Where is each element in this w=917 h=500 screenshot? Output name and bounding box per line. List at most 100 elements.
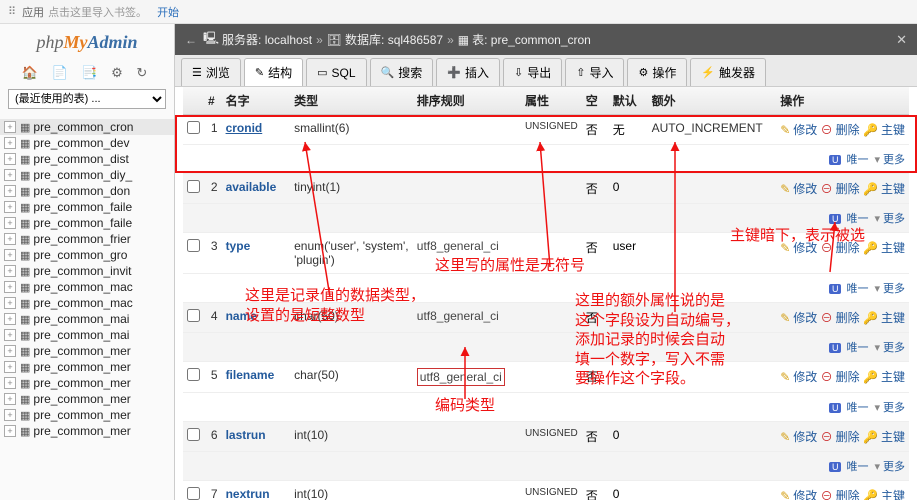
th-extra[interactable]: 额外 <box>648 87 777 115</box>
tab-insert[interactable]: ➕插入 <box>436 58 500 86</box>
th-num[interactable]: # <box>204 87 222 115</box>
col-fieldname[interactable]: filename <box>222 362 291 393</box>
unique-link[interactable]: 唯一 <box>846 461 868 473</box>
delete-link[interactable]: 删除 <box>836 182 860 196</box>
delete-link[interactable]: 删除 <box>836 370 860 384</box>
tree-item[interactable]: +▦pre_common_mer <box>0 391 174 407</box>
unique-link[interactable]: 唯一 <box>846 154 868 166</box>
tree-item[interactable]: +▦pre_common_faile <box>0 199 174 215</box>
tree-item[interactable]: +▦pre_common_dist <box>0 151 174 167</box>
unique-link[interactable]: 唯一 <box>846 213 868 225</box>
expand-icon[interactable]: + <box>4 249 16 261</box>
page-settings-icon[interactable]: ✕ <box>896 32 907 48</box>
row-checkbox[interactable] <box>187 428 200 441</box>
more-link[interactable]: 更多 <box>883 342 905 354</box>
tree-item[interactable]: +▦pre_common_mer <box>0 359 174 375</box>
tree-item[interactable]: +▦pre_common_frier <box>0 231 174 247</box>
col-fieldname[interactable]: lastrun <box>222 422 291 452</box>
edit-link[interactable]: 修改 <box>793 182 817 196</box>
edit-link[interactable]: 修改 <box>793 123 817 137</box>
tab-operations[interactable]: ⚙操作 <box>627 58 687 86</box>
primarykey-link[interactable]: 主键 <box>881 311 905 325</box>
edit-link[interactable]: 修改 <box>793 311 817 325</box>
expand-icon[interactable]: + <box>4 169 16 181</box>
tab-triggers[interactable]: ⚡触发器 <box>690 58 766 86</box>
th-name[interactable]: 名字 <box>222 87 291 115</box>
row-checkbox[interactable] <box>187 487 200 500</box>
tree-item[interactable]: +▦pre_common_invit <box>0 263 174 279</box>
more-link[interactable]: 更多 <box>883 154 905 166</box>
tab-search[interactable]: 🔍搜索 <box>370 58 434 86</box>
expand-icon[interactable]: + <box>4 233 16 245</box>
tab-structure[interactable]: ✎结构 <box>244 58 303 86</box>
tree-item[interactable]: +▦pre_common_cron <box>0 119 174 135</box>
th-default[interactable]: 默认 <box>609 87 648 115</box>
expand-icon[interactable]: + <box>4 153 16 165</box>
expand-icon[interactable]: + <box>4 409 16 421</box>
tree-item[interactable]: +▦pre_common_mac <box>0 279 174 295</box>
col-fieldname[interactable]: name <box>222 303 291 333</box>
expand-icon[interactable]: + <box>4 313 16 325</box>
expand-icon[interactable]: + <box>4 425 16 437</box>
tree-item[interactable]: +▦pre_common_mer <box>0 423 174 439</box>
tree-item[interactable]: +▦pre_common_mer <box>0 407 174 423</box>
unique-link[interactable]: 唯一 <box>846 402 868 414</box>
col-fieldname[interactable]: cronid <box>222 115 291 145</box>
delete-link[interactable]: 删除 <box>836 241 860 255</box>
recent-tables-select[interactable]: (最近使用的表) ... <box>8 89 166 109</box>
expand-icon[interactable]: + <box>4 297 16 309</box>
primarykey-link[interactable]: 主键 <box>881 182 905 196</box>
col-fieldname[interactable]: nextrun <box>222 481 291 500</box>
expand-icon[interactable]: + <box>4 217 16 229</box>
expand-icon[interactable]: + <box>4 377 16 389</box>
tree-item[interactable]: +▦pre_common_mai <box>0 311 174 327</box>
expand-icon[interactable]: + <box>4 281 16 293</box>
primarykey-link[interactable]: 主键 <box>881 123 905 137</box>
nav-toggle-icon[interactable]: ← <box>185 33 197 47</box>
apps-label[interactable]: 应用 <box>22 4 44 20</box>
delete-link[interactable]: 删除 <box>836 123 860 137</box>
tree-item[interactable]: +▦pre_common_faile <box>0 215 174 231</box>
bc-tbl-link[interactable]: pre_common_cron <box>491 33 591 47</box>
pma-logo[interactable]: phpMyAdmin <box>0 24 174 61</box>
edit-link[interactable]: 修改 <box>793 489 817 500</box>
col-fieldname[interactable]: type <box>222 233 291 274</box>
bookmark-start[interactable]: 开始 <box>157 4 179 20</box>
tree-item[interactable]: +▦pre_common_don <box>0 183 174 199</box>
tree-item[interactable]: +▦pre_common_dev <box>0 135 174 151</box>
edit-link[interactable]: 修改 <box>793 370 817 384</box>
th-type[interactable]: 类型 <box>290 87 413 115</box>
th-null[interactable]: 空 <box>582 87 609 115</box>
expand-icon[interactable]: + <box>4 121 16 133</box>
more-link[interactable]: 更多 <box>883 283 905 295</box>
expand-icon[interactable]: + <box>4 329 16 341</box>
th-attr[interactable]: 属性 <box>521 87 582 115</box>
tree-item[interactable]: +▦pre_common_mai <box>0 327 174 343</box>
expand-icon[interactable]: + <box>4 137 16 149</box>
delete-link[interactable]: 删除 <box>836 430 860 444</box>
more-link[interactable]: 更多 <box>883 402 905 414</box>
tab-import[interactable]: ⇧导入 <box>565 58 624 86</box>
tree-item[interactable]: +▦pre_common_mer <box>0 375 174 391</box>
bc-db-link[interactable]: sql486587 <box>388 33 443 47</box>
delete-link[interactable]: 删除 <box>836 311 860 325</box>
primarykey-link[interactable]: 主键 <box>881 489 905 500</box>
primarykey-link[interactable]: 主键 <box>881 430 905 444</box>
tab-sql[interactable]: ▭SQL <box>306 58 366 86</box>
unique-link[interactable]: 唯一 <box>846 342 868 354</box>
unique-link[interactable]: 唯一 <box>846 283 868 295</box>
row-checkbox[interactable] <box>187 180 200 193</box>
primarykey-link[interactable]: 主键 <box>881 241 905 255</box>
bc-server-link[interactable]: localhost <box>265 33 312 47</box>
expand-icon[interactable]: + <box>4 201 16 213</box>
apps-grid-icon[interactable]: ⠿ <box>8 5 16 18</box>
nav-quick-icons[interactable]: 🏠 📄 📑 ⚙ ↻ <box>0 61 174 85</box>
tree-item[interactable]: +▦pre_common_diy_ <box>0 167 174 183</box>
tab-export[interactable]: ⇩导出 <box>503 58 562 86</box>
expand-icon[interactable]: + <box>4 185 16 197</box>
tree-item[interactable]: +▦pre_common_gro <box>0 247 174 263</box>
expand-icon[interactable]: + <box>4 361 16 373</box>
expand-icon[interactable]: + <box>4 393 16 405</box>
primarykey-link[interactable]: 主键 <box>881 370 905 384</box>
edit-link[interactable]: 修改 <box>793 430 817 444</box>
